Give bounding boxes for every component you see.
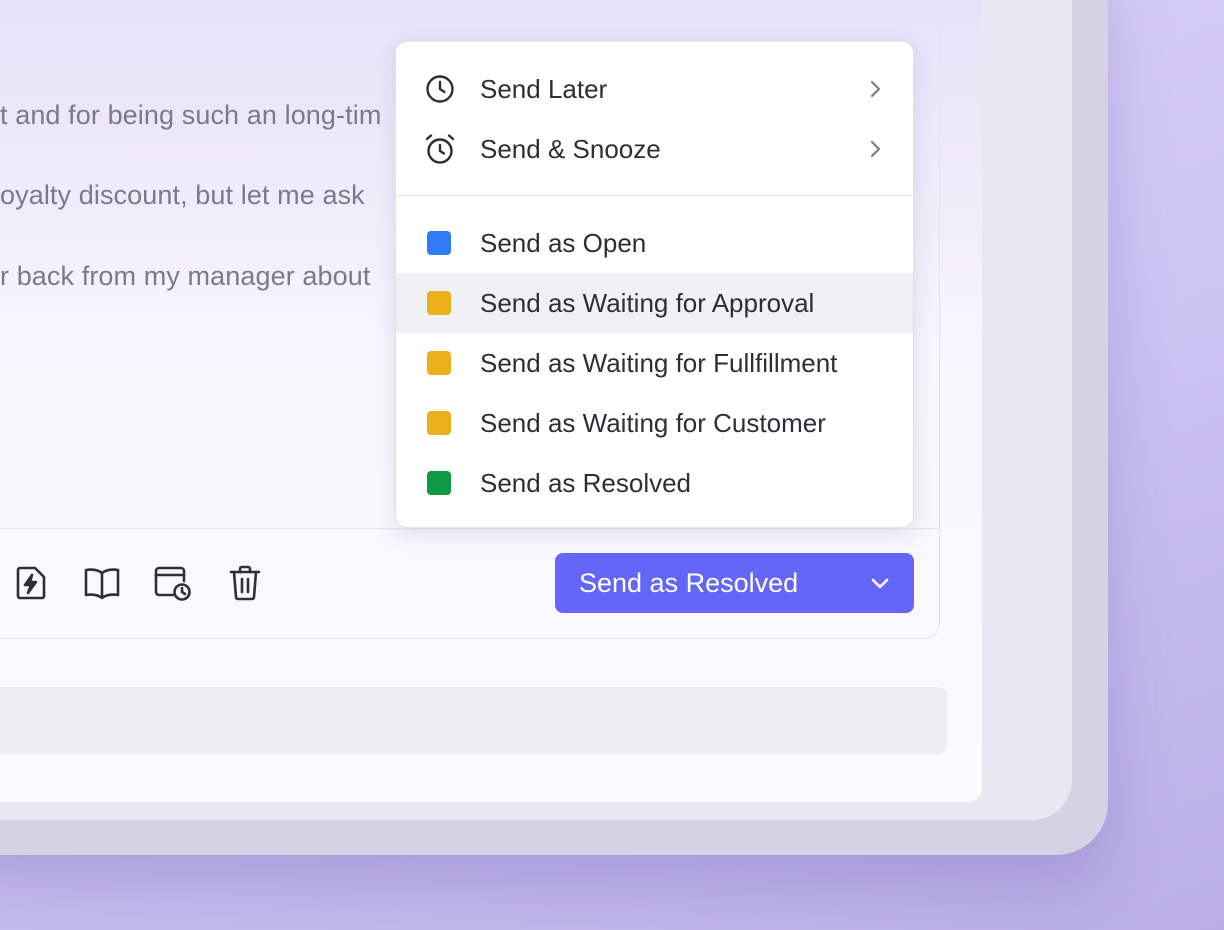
clock-icon	[424, 73, 456, 105]
message-line-2[interactable]: oyalty discount, but let me ask	[0, 180, 365, 211]
chevron-down-icon[interactable]	[868, 571, 892, 595]
status-waiting-swatch	[427, 411, 451, 435]
composer-divider	[0, 528, 938, 529]
menu-item-label: Send as Resolved	[480, 467, 692, 498]
book-icon[interactable]	[82, 563, 122, 603]
chevron-right-icon	[870, 80, 881, 98]
status-waiting-swatch	[427, 291, 451, 315]
message-line-3[interactable]: r back from my manager about	[0, 261, 370, 292]
menu-item-label: Send & Snooze	[480, 133, 661, 164]
chevron-right-icon	[870, 140, 881, 158]
menu-item-send-as-open[interactable]: Send as Open	[396, 213, 913, 273]
send-button-label: Send as Resolved	[579, 567, 799, 598]
send-options-menu: Send Later Send & Snooze Send as Open Se…	[395, 41, 914, 528]
lightning-file-icon[interactable]	[10, 563, 50, 603]
bottom-input-bar[interactable]	[0, 687, 947, 754]
menu-item-send-as-waiting-for-approval[interactable]: Send as Waiting for Approval	[396, 273, 913, 333]
status-waiting-swatch	[427, 351, 451, 375]
menu-item-send-later[interactable]: Send Later	[396, 59, 913, 119]
send-as-resolved-button[interactable]: Send as Resolved	[555, 553, 914, 613]
menu-item-label: Send Later	[480, 73, 608, 104]
status-resolved-swatch	[427, 471, 451, 495]
menu-item-send-as-waiting-for-fullfillment[interactable]: Send as Waiting for Fullfillment	[396, 333, 913, 393]
menu-item-label: Send as Waiting for Fullfillment	[480, 347, 838, 378]
trash-icon[interactable]	[225, 563, 265, 603]
calendar-clock-icon[interactable]	[153, 563, 193, 603]
menu-item-send-and-snooze[interactable]: Send & Snooze	[396, 119, 913, 179]
status-open-swatch	[427, 231, 451, 255]
alarm-clock-icon	[424, 133, 456, 165]
menu-item-send-as-resolved[interactable]: Send as Resolved	[396, 453, 913, 513]
menu-item-label: Send as Open	[480, 227, 647, 258]
menu-item-label: Send as Waiting for Approval	[480, 287, 815, 318]
message-line-1[interactable]: t and for being such an long-tim	[0, 100, 381, 131]
menu-item-label: Send as Waiting for Customer	[480, 407, 826, 438]
menu-divider	[396, 195, 913, 196]
menu-item-send-as-waiting-for-customer[interactable]: Send as Waiting for Customer	[396, 393, 913, 453]
